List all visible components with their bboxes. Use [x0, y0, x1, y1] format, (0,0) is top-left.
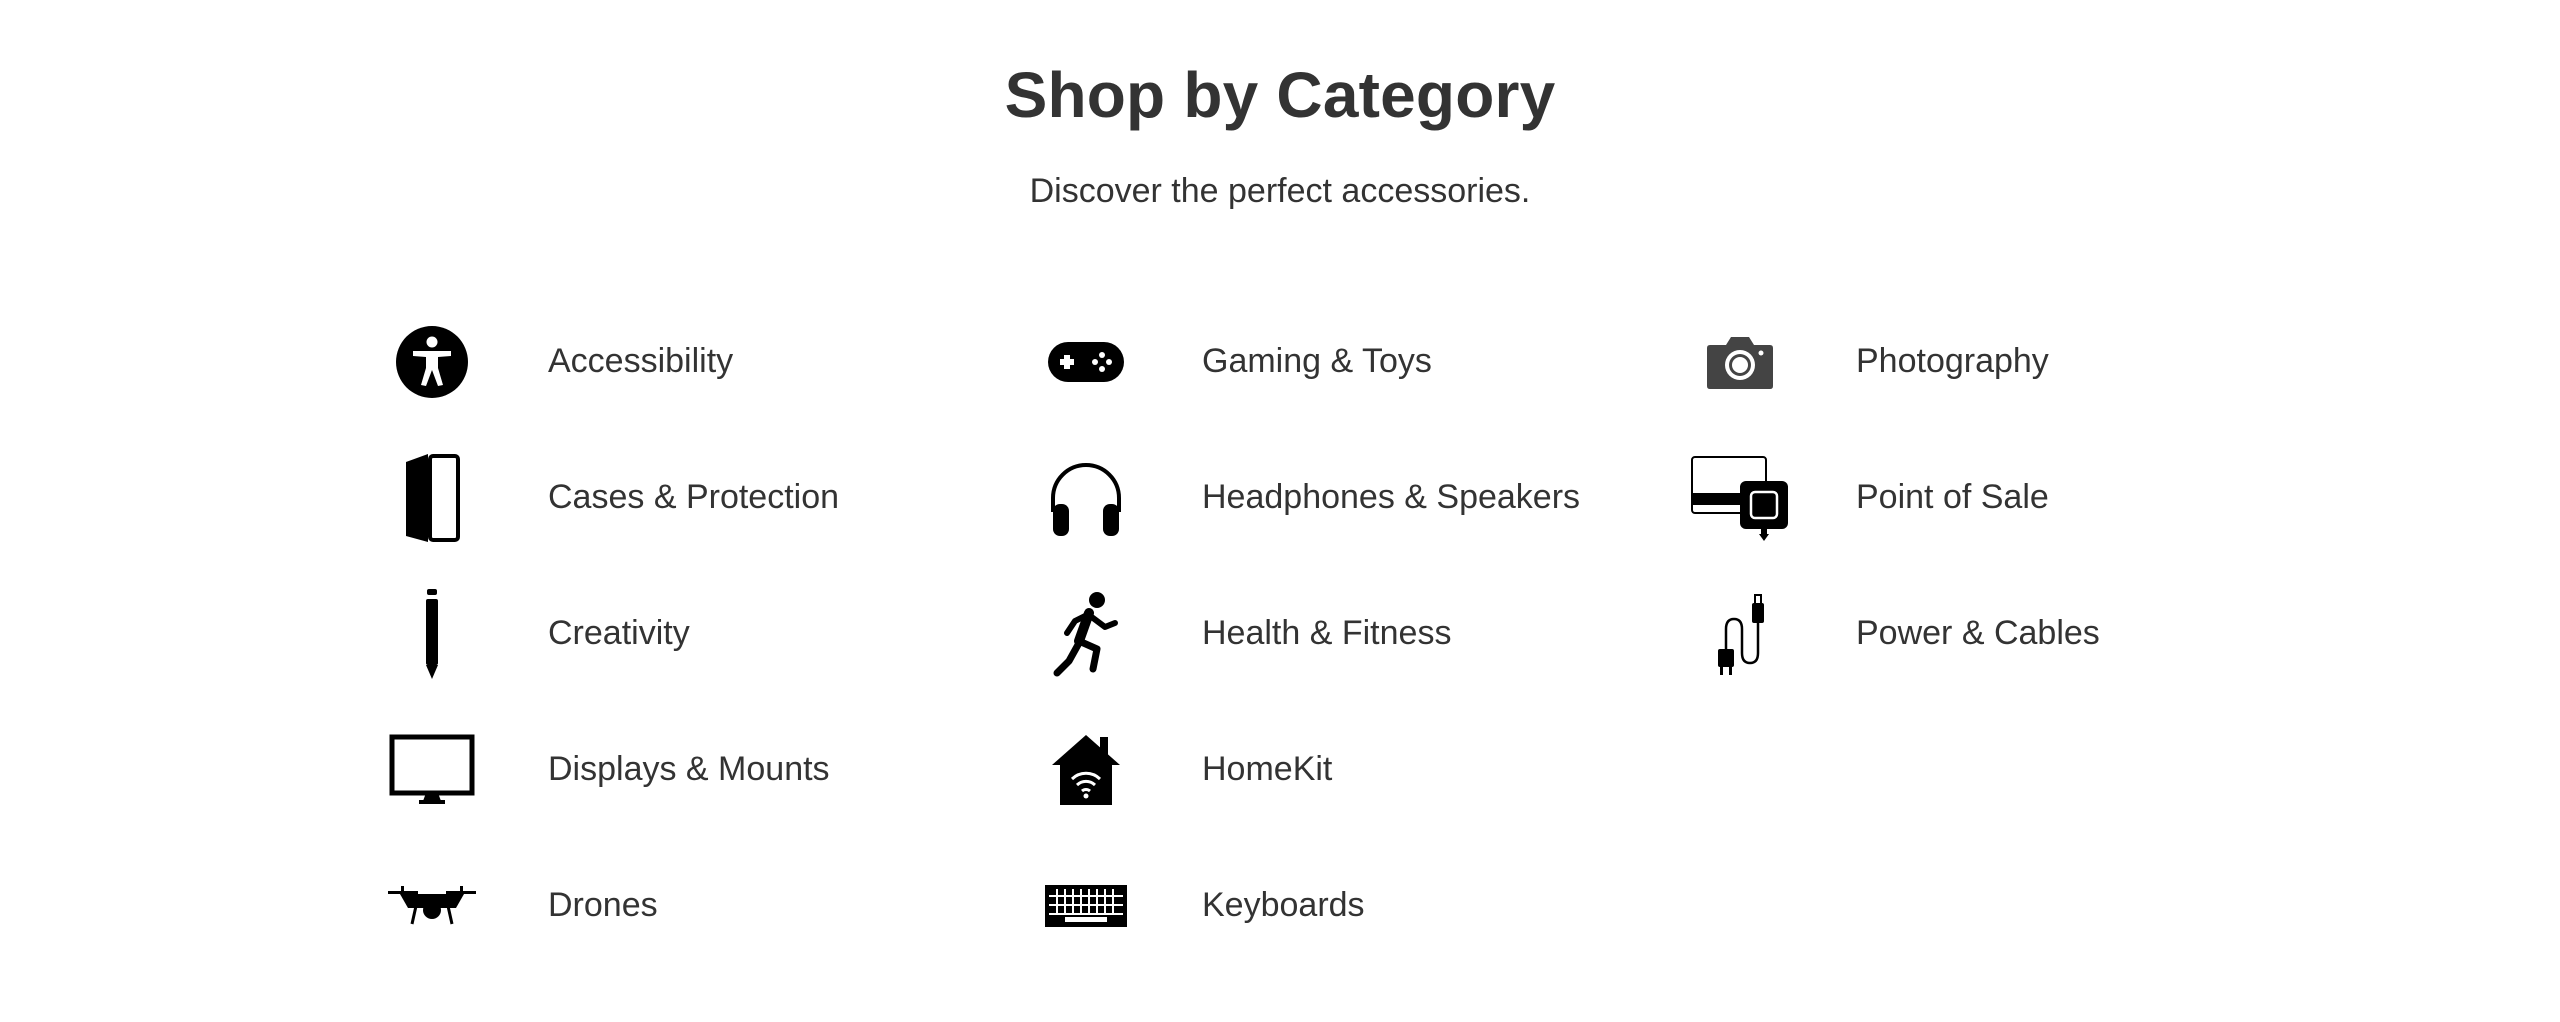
- category-keyboards[interactable]: Keyboards: [1026, 856, 1681, 956]
- category-grid: Accessibility Cases & Protection Creativ…: [0, 0, 2560, 1022]
- category-label: Power & Cables: [1856, 614, 2100, 652]
- category-label: Point of Sale: [1856, 478, 2049, 516]
- category-label: Keyboards: [1202, 886, 1365, 924]
- category-label: Health & Fitness: [1202, 614, 1452, 652]
- category-power-cables[interactable]: Power & Cables: [1680, 584, 2335, 684]
- case-icon: [372, 448, 492, 548]
- category-drones[interactable]: Drones: [372, 856, 1027, 956]
- runner-icon: [1026, 584, 1146, 684]
- display-icon: [372, 720, 492, 820]
- category-health-fitness[interactable]: Health & Fitness: [1026, 584, 1681, 684]
- power-cable-icon: [1680, 584, 1800, 684]
- accessibility-icon: [372, 312, 492, 412]
- category-displays-mounts[interactable]: Displays & Mounts: [372, 720, 1027, 820]
- category-cases-protection[interactable]: Cases & Protection: [372, 448, 1027, 548]
- category-column-1: Accessibility Cases & Protection Creativ…: [372, 0, 1027, 1022]
- category-label: Cases & Protection: [548, 478, 840, 516]
- headphones-icon: [1026, 448, 1146, 548]
- category-label: Drones: [548, 886, 658, 924]
- drone-icon: [372, 856, 492, 956]
- category-creativity[interactable]: Creativity: [372, 584, 1027, 684]
- keyboard-icon: [1026, 856, 1146, 956]
- category-label: Gaming & Toys: [1202, 342, 1432, 380]
- category-photography[interactable]: Photography: [1680, 312, 2335, 412]
- pencil-icon: [372, 584, 492, 684]
- category-column-3: Photography Point of Sale Power & Cables: [1680, 0, 2335, 1022]
- card-reader-icon: [1680, 448, 1800, 548]
- category-label: Creativity: [548, 614, 690, 652]
- category-headphones-speakers[interactable]: Headphones & Speakers: [1026, 448, 1681, 548]
- category-label: Displays & Mounts: [548, 750, 830, 788]
- gamepad-icon: [1026, 312, 1146, 412]
- category-point-of-sale[interactable]: Point of Sale: [1680, 448, 2335, 548]
- category-label: Accessibility: [548, 342, 734, 380]
- camera-icon: [1680, 312, 1800, 412]
- category-accessibility[interactable]: Accessibility: [372, 312, 1027, 412]
- category-homekit[interactable]: HomeKit: [1026, 720, 1681, 820]
- category-gaming-toys[interactable]: Gaming & Toys: [1026, 312, 1681, 412]
- home-icon: [1026, 720, 1146, 820]
- category-label: HomeKit: [1202, 750, 1333, 788]
- category-label: Photography: [1856, 342, 2049, 380]
- category-column-2: Gaming & Toys Headphones & Speakers Heal…: [1026, 0, 1681, 1022]
- category-label: Headphones & Speakers: [1202, 478, 1581, 516]
